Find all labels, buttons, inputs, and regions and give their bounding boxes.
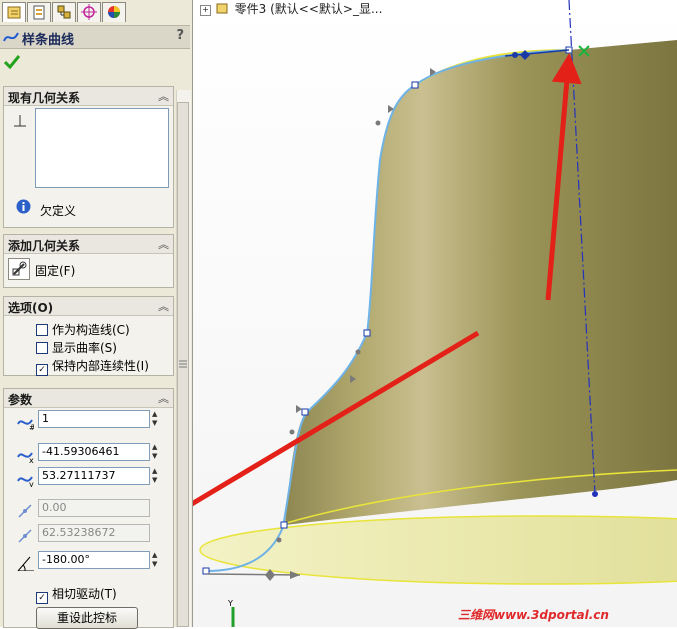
existing-relations-header: 现有几何关系 — [8, 91, 81, 105]
collapse-chevron-icon[interactable]: ︽ — [158, 298, 169, 314]
collapse-chevron-icon[interactable]: ︽ — [158, 390, 169, 406]
y-axis-label: Y — [227, 599, 233, 608]
tangent-driving-checkbox[interactable]: ✓ 相切驱动(T) — [36, 585, 117, 604]
show-curvature-label: 显示曲率(S) — [52, 341, 117, 355]
parameters-section: 参数 ︽ # 1 ▲▼ x -41.59306461 ▲▼ y 53.27111… — [3, 388, 174, 629]
manager-tabs — [0, 0, 192, 24]
help-icon[interactable]: ? — [176, 28, 184, 43]
status-text: 欠定义 — [40, 204, 77, 218]
spline-icon — [3, 32, 19, 42]
info-icon — [16, 199, 31, 214]
feature-tree-flyout[interactable]: + 零件3 (默认<<默认>_显... — [200, 0, 382, 17]
axis-endpoint[interactable] — [592, 491, 598, 497]
tab-dimxpert[interactable] — [77, 2, 101, 22]
construction-checkbox[interactable]: 作为构造线(C) — [36, 321, 130, 338]
svg-text:#: # — [29, 423, 34, 430]
tab-property-manager[interactable] — [2, 2, 26, 22]
scroll-grip-icon — [179, 360, 187, 368]
add-relations-section: 添加几何关系 ︽ 固定(F) — [3, 234, 174, 288]
ok-check-icon[interactable] — [4, 55, 20, 69]
tangent-driving-label: 相切驱动(T) — [52, 587, 117, 601]
reset-handle-button[interactable]: 重设此控标 — [36, 607, 138, 629]
feature-tree-title: 零件3 (默认<<默认>_显... — [234, 2, 383, 16]
property-manager: 样条曲线 ? 现有几何关系 ︽ 欠定义 添加几何关系 ︽ 固定(F) 选项(O)… — [0, 0, 193, 629]
add-relations-header: 添加几何关系 — [8, 239, 81, 253]
tangent-angle-spinner[interactable]: ▲ ▼ — [152, 551, 162, 569]
point-number-spinner[interactable]: ▲ ▼ — [152, 410, 162, 428]
x-coordinate-icon: x — [17, 452, 34, 463]
panel-title: 样条曲线 — [22, 33, 75, 48]
relations-list[interactable] — [35, 108, 169, 188]
x-coordinate-spinner[interactable]: ▲ ▼ — [152, 443, 162, 461]
end-handle-dot[interactable] — [512, 52, 518, 58]
y-coordinate-field[interactable]: 53.27111737 — [38, 467, 150, 485]
panel-title-bar: 样条曲线 ? — [0, 25, 190, 49]
part-icon — [216, 3, 228, 14]
tangent-angle-field[interactable]: -180.00° — [38, 551, 150, 569]
options-section: 选项(O) ︽ 作为构造线(C) 显示曲率(S) ✓ 保持内部连续性(I) — [3, 296, 174, 376]
maintain-continuity-label: 保持内部连续性(I) — [52, 359, 149, 373]
tangent-handle[interactable] — [206, 573, 301, 576]
expand-icon[interactable]: + — [200, 5, 211, 16]
feature-tree-icon — [33, 5, 45, 20]
property-manager-icon — [7, 6, 21, 19]
collapse-chevron-icon[interactable]: ︽ — [158, 236, 169, 252]
y-coordinate-spinner[interactable]: ▲ ▼ — [152, 467, 162, 485]
maintain-continuity-checkbox[interactable]: ✓ 保持内部连续性(I) — [36, 357, 149, 376]
tangent-weight-icon — [18, 504, 32, 518]
x-coordinate-field[interactable]: -41.59306461 — [38, 443, 150, 461]
parameters-header: 参数 — [8, 393, 33, 407]
svg-text:x: x — [29, 456, 34, 463]
model-body[interactable] — [285, 40, 677, 525]
configuration-icon — [57, 5, 71, 19]
watermark: 三维网www.3dportal.cn — [458, 608, 609, 622]
tangent-weight-2-icon — [18, 529, 32, 543]
crosshair-icon — [81, 4, 97, 20]
tab-display-manager[interactable] — [102, 2, 126, 22]
construction-label: 作为构造线(C) — [52, 323, 130, 337]
fix-icon — [12, 261, 27, 276]
graphics-area[interactable]: Y Y — [193, 0, 677, 627]
relations-icon — [14, 115, 26, 127]
y-coordinate-icon: y — [17, 476, 34, 487]
fix-button[interactable] — [8, 258, 30, 280]
point-number-field[interactable]: 1 — [38, 410, 150, 428]
color-wheel-icon — [108, 6, 120, 18]
svg-text:y: y — [29, 480, 34, 487]
model-view: Y — [193, 0, 677, 627]
existing-relations-section: 现有几何关系 ︽ 欠定义 — [3, 86, 174, 228]
tangent-angle-icon — [17, 556, 34, 571]
tangent-weight-1-field: 0.00 — [38, 499, 150, 517]
point-number-icon: # — [17, 419, 34, 430]
tangent-weight-2-field: 62.53238672 — [38, 524, 150, 542]
collapse-chevron-icon[interactable]: ︽ — [158, 88, 169, 104]
tab-feature-manager[interactable] — [27, 2, 51, 22]
show-curvature-checkbox[interactable]: 显示曲率(S) — [36, 339, 117, 356]
fix-label[interactable]: 固定(F) — [35, 262, 75, 279]
tab-configuration-manager[interactable] — [52, 2, 76, 22]
options-header: 选项(O) — [8, 301, 54, 315]
